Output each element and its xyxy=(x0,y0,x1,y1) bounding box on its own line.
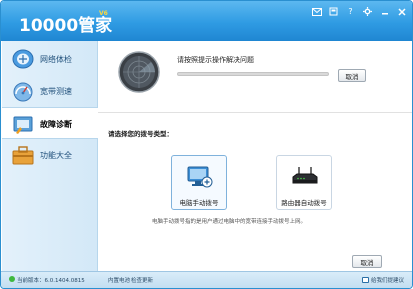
status-link-battery[interactable]: 内置电池 xyxy=(108,276,130,284)
fault-diagnosis-icon xyxy=(13,116,33,134)
version-text: 当前版本：6.0.1404.0815 xyxy=(17,278,85,284)
option-label: 电脑手动拨号 xyxy=(179,199,219,207)
status-ok-icon xyxy=(9,276,15,282)
sidebar-item-speed-test[interactable]: 宽带测速 xyxy=(2,75,98,107)
dial-type-description: 电脑手动拨号指的是用户通过电脑中的宽带连接手动拨号上网。 xyxy=(152,219,307,225)
network-check-icon xyxy=(12,49,34,69)
divider xyxy=(98,112,412,113)
sidebar: 网络体检 宽带测速 故障诊断 功能大全 xyxy=(2,41,99,271)
sidebar-item-label: 宽带测速 xyxy=(40,87,72,96)
pc-dial-icon xyxy=(187,166,213,188)
mail-icon[interactable] xyxy=(308,5,325,18)
settings-icon[interactable] xyxy=(359,5,376,18)
diagnosis-progress-bar xyxy=(177,72,329,76)
sidebar-item-label: 网络体检 xyxy=(40,55,72,64)
sidebar-item-network-check[interactable]: 网络体检 xyxy=(2,43,98,75)
feedback-icon xyxy=(361,277,369,283)
option-label: 路由器自动拨号 xyxy=(281,199,327,207)
diagnosis-prompt: 请按照提示操作解决问题 xyxy=(177,56,254,64)
cancel-top-button[interactable]: 取消 xyxy=(338,69,366,82)
main-panel: 请按照提示操作解决问题 取消 请选择您的拨号类型： 电脑手动拨号 路由器自动拨号… xyxy=(98,41,412,271)
feedback-link[interactable]: 给我们提建议 xyxy=(361,276,404,284)
feedback-label: 给我们提建议 xyxy=(370,278,404,284)
cancel-bottom-button[interactable]: 取消 xyxy=(352,255,382,268)
sidebar-item-all-features[interactable]: 功能大全 xyxy=(2,139,98,171)
app-version-badge: V6 xyxy=(99,10,108,17)
speed-test-icon xyxy=(13,82,33,102)
skin-icon[interactable] xyxy=(325,5,342,18)
sidebar-item-fault-diagnosis[interactable]: 故障诊断 xyxy=(2,107,99,139)
router-dial-option[interactable]: 路由器自动拨号 xyxy=(276,155,332,210)
close-icon[interactable] xyxy=(393,5,410,18)
help-icon[interactable]: ? xyxy=(342,5,359,18)
status-bar: 当前版本：6.0.1404.0815 内置电池 检查更新 给我们提建议 xyxy=(1,271,412,288)
app-window: 10000管家 V6 ? 网络体检 宽带测速 故障诊断 功能大全 请按照提示操作… xyxy=(0,0,413,289)
radar-icon xyxy=(118,51,160,93)
sidebar-item-label: 故障诊断 xyxy=(40,120,72,129)
router-dial-icon xyxy=(292,167,318,184)
title-bar-controls: ? xyxy=(308,5,410,18)
minimize-icon[interactable] xyxy=(376,5,393,18)
all-features-icon xyxy=(12,146,34,165)
help-glyph: ? xyxy=(348,7,353,16)
check-update-link[interactable]: 检查更新 xyxy=(131,276,153,284)
dial-type-label: 请选择您的拨号类型： xyxy=(108,130,173,138)
pc-dial-option[interactable]: 电脑手动拨号 xyxy=(171,155,227,210)
title-bar[interactable]: 10000管家 V6 ? xyxy=(1,1,412,41)
sidebar-item-label: 功能大全 xyxy=(40,151,72,160)
